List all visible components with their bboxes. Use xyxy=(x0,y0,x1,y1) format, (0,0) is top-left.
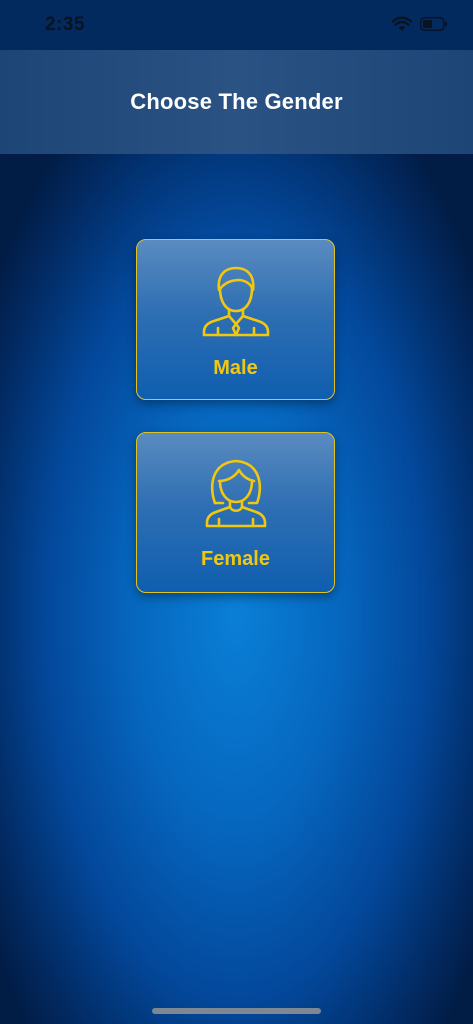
male-option-button[interactable]: Male xyxy=(136,239,335,400)
status-time: 2:35 xyxy=(45,14,86,35)
app-header: Choose The Gender xyxy=(0,50,473,154)
wifi-icon xyxy=(392,16,412,31)
battery-icon xyxy=(420,17,447,31)
female-option-button[interactable]: Female xyxy=(136,432,335,593)
male-avatar-icon xyxy=(202,266,269,337)
page-title: Choose The Gender xyxy=(130,89,343,114)
female-avatar-icon xyxy=(205,459,266,528)
status-bar: 2:35 xyxy=(0,0,473,50)
home-indicator[interactable] xyxy=(152,1008,321,1014)
male-option-label: Male xyxy=(213,357,258,379)
female-option-label: Female xyxy=(201,548,270,570)
